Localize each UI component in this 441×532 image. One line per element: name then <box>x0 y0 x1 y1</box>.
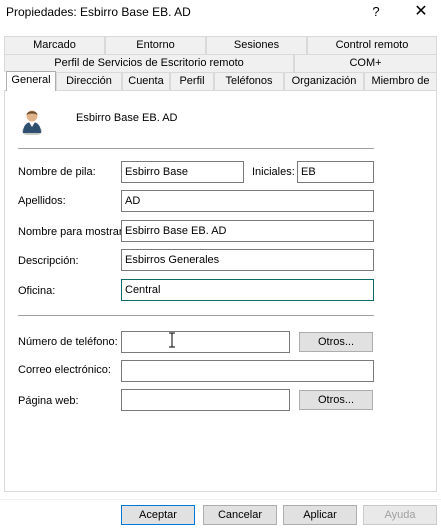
phone-others-button[interactable]: Otros... <box>299 332 373 352</box>
display-name-label: Nombre para mostrar: <box>18 226 126 238</box>
web-page-field[interactable] <box>121 389 290 411</box>
web-others-button[interactable]: Otros... <box>299 390 373 410</box>
initials-field[interactable]: EB <box>297 161 374 183</box>
apply-button[interactable]: Aplicar <box>283 505 357 525</box>
office-field[interactable]: Central <box>121 279 374 301</box>
tab-sesiones[interactable]: Sesiones <box>206 36 307 54</box>
tab-general[interactable]: General <box>6 71 56 91</box>
office-label: Oficina: <box>18 285 56 297</box>
first-name-label: Nombre de pila: <box>18 166 96 178</box>
initials-label: Iniciales: <box>252 166 295 178</box>
description-label: Descripción: <box>18 255 79 267</box>
phone-field[interactable] <box>121 331 290 353</box>
first-name-field[interactable]: Esbirro Base <box>121 161 244 183</box>
last-name-label: Apellidos: <box>18 195 66 207</box>
tab-organizacion[interactable]: Organización <box>284 72 364 90</box>
close-icon[interactable]: ✕ <box>410 2 432 22</box>
web-page-label: Página web: <box>18 395 79 407</box>
user-icon <box>22 110 42 135</box>
window-title: Propiedades: Esbirro Base EB. AD <box>6 5 191 19</box>
tab-perfil-servicios-escritorio-remoto[interactable]: Perfil de Servicios de Escritorio remoto <box>4 54 294 72</box>
tab-entorno[interactable]: Entorno <box>105 36 206 54</box>
tab-direccion[interactable]: Dirección <box>56 72 122 90</box>
tab-telefonos[interactable]: Teléfonos <box>214 72 284 90</box>
tab-cuenta[interactable]: Cuenta <box>122 72 170 90</box>
phone-label: Número de teléfono: <box>18 336 118 348</box>
help-button[interactable]: Ayuda <box>363 505 437 525</box>
last-name-field[interactable]: AD <box>121 190 374 212</box>
footer-divider <box>0 499 441 500</box>
text-cursor-icon <box>169 332 175 348</box>
tab-control-remoto[interactable]: Control remoto <box>307 36 437 54</box>
cancel-button[interactable]: Cancelar <box>203 505 277 525</box>
email-label: Correo electrónico: <box>18 364 111 376</box>
ok-button[interactable]: Aceptar <box>121 505 195 525</box>
tab-com-plus[interactable]: COM+ <box>294 54 437 72</box>
user-display-name: Esbirro Base EB. AD <box>76 112 178 124</box>
display-name-field[interactable]: Esbirro Base EB. AD <box>121 220 374 242</box>
separator-middle <box>18 315 374 316</box>
separator-top <box>18 148 374 149</box>
help-icon[interactable]: ? <box>366 2 386 22</box>
tab-perfil[interactable]: Perfil <box>170 72 214 90</box>
tab-marcado[interactable]: Marcado <box>4 36 105 54</box>
email-field[interactable] <box>121 360 374 382</box>
tab-miembro-de[interactable]: Miembro de <box>364 72 437 90</box>
title-bar: Propiedades: Esbirro Base EB. AD ? ✕ <box>0 0 441 26</box>
description-field[interactable]: Esbirros Generales <box>121 249 374 271</box>
